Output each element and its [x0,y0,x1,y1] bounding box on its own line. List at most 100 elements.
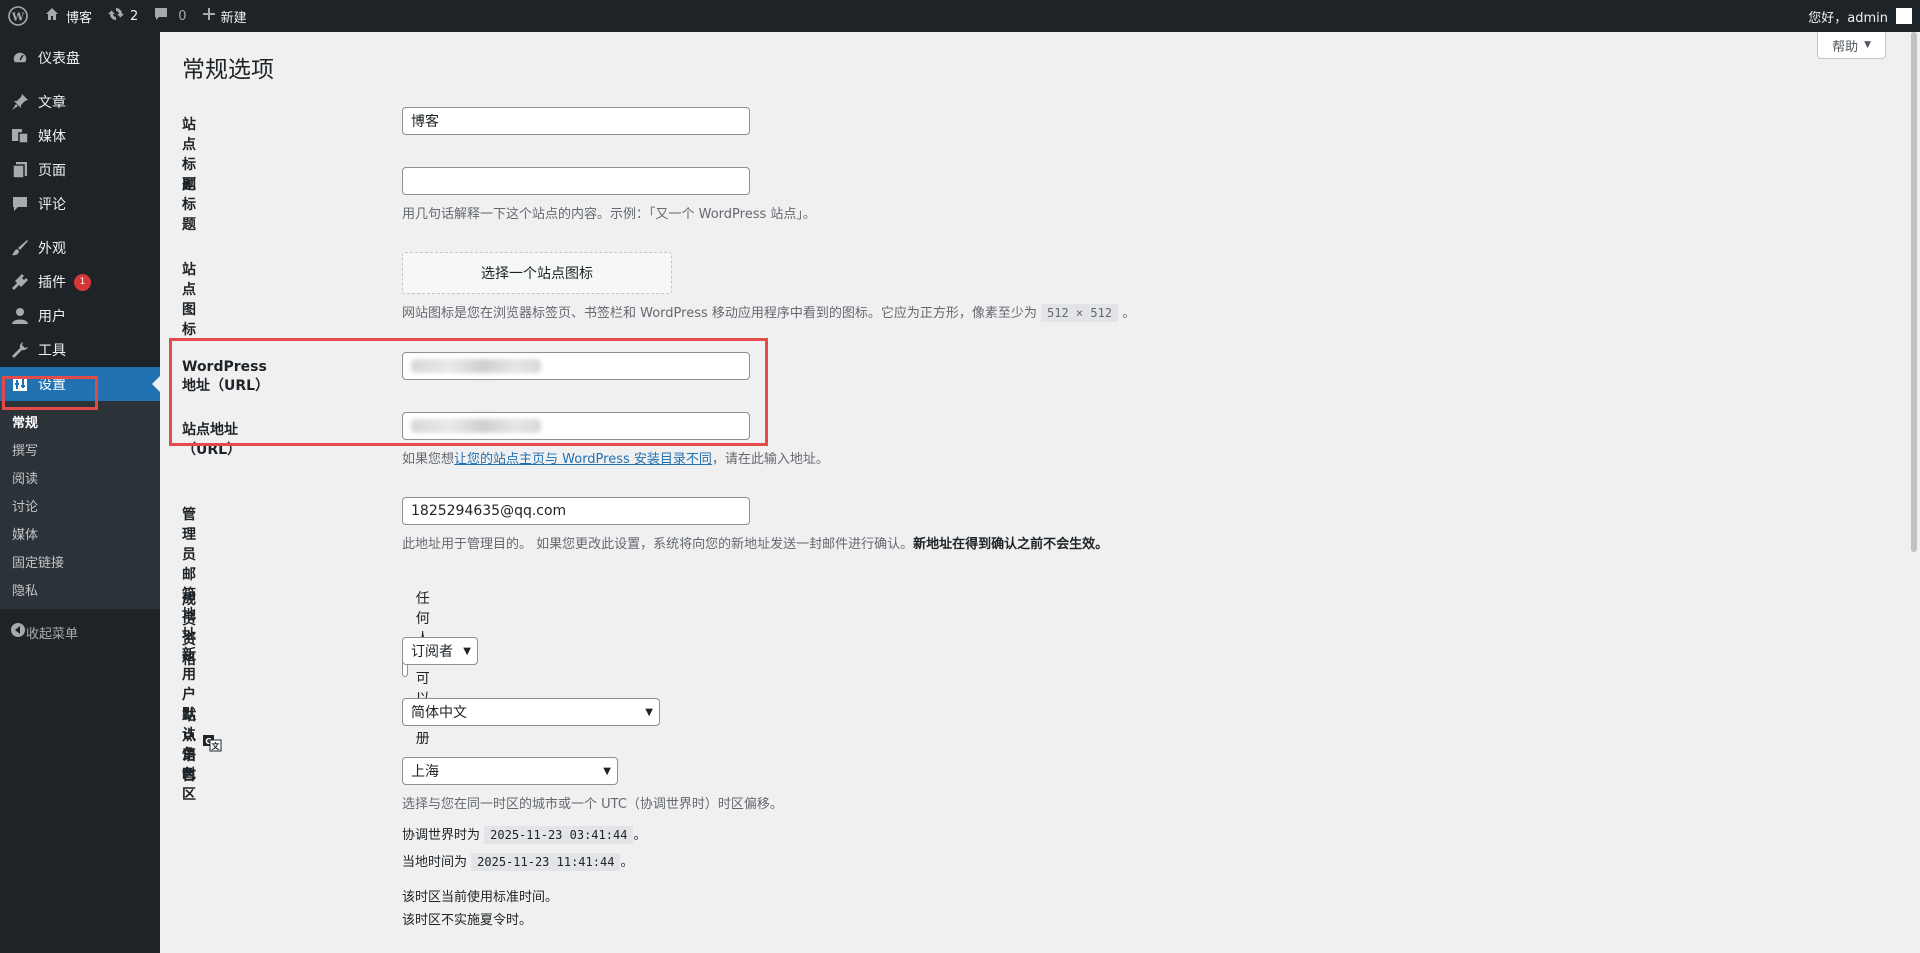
sidebar-item-comments[interactable]: 评论 [0,187,160,221]
plus-icon [202,8,215,24]
comments-link[interactable]: 0 [146,0,194,32]
pin-icon [10,92,30,112]
svg-text:文: 文 [212,741,221,751]
plugin-update-badge: 1 [74,273,91,291]
site-language-select[interactable]: 简体中文 ▼ [402,698,660,726]
sidebar-item-label: 插件 [38,275,66,291]
sidebar-item-label: 用户 [38,309,66,325]
local-time-row: 当地时间为 2025-11-23 11:41:44。 [402,851,783,871]
choose-site-icon-button[interactable]: 选择一个站点图标 [402,252,672,294]
wordpress-url-label: WordPress 地址（URL） [182,359,270,394]
sidebar-item-label: 工具 [38,343,66,359]
help-label: 帮助 [1832,39,1859,55]
media-icon [10,126,30,146]
sidebar-item-label: 文章 [38,95,66,111]
admin-email-input[interactable]: 1825294635@qq.com [402,497,750,525]
sidebar-item-posts[interactable]: 文章 [0,85,160,119]
tagline-input[interactable] [402,167,750,195]
user-icon [10,306,30,326]
plugin-icon [10,272,30,292]
collapse-menu-button[interactable]: 收起菜单 [0,615,160,649]
timezone-value: 上海 [411,764,439,780]
site-url-desc-before: 如果您想 [402,452,455,467]
updates-count: 2 [130,8,139,24]
sidebar-item-label: 设置 [38,377,66,393]
sidebar-item-label: 页面 [38,163,66,179]
collapse-label: 收起菜单 [26,626,79,642]
settings-icon [10,374,30,394]
scrollbar-thumb[interactable] [1911,32,1917,552]
site-url-desc-after: ，请在此输入地址。 [711,452,829,467]
sidebar-item-settings[interactable]: 设置 [0,367,160,401]
page-title: 常规选项 [182,57,274,83]
chevron-down-icon: ▼ [463,645,471,657]
timezone-label: 时区 [182,767,196,803]
default-role-select[interactable]: 订阅者 ▼ [402,637,478,665]
new-label: 新建 [220,10,247,26]
wordpress-logo-icon[interactable]: W [0,0,36,32]
tagline-description: 用几句话解释一下这个站点的内容。示例：「又一个 WordPress 站点」。 [402,207,816,222]
comment-icon [154,7,168,25]
local-time-value: 2025-11-23 11:41:44 [471,853,621,871]
sidebar-item-label: 评论 [38,197,66,213]
submenu-item-media[interactable]: 媒体 [0,519,160,547]
admin-bar: W 博客 2 0 新建 您好，admin [0,0,1920,32]
choose-site-icon-label: 选择一个站点图标 [481,266,593,282]
admin-email-desc-bold: 新地址在得到确认之前不会生效。 [913,537,1109,552]
local-time-period: 。 [620,855,634,870]
translation-icon: G文 [202,734,222,756]
site-icon-description: 网站图标是您在浏览器标签页、书签栏和 WordPress 移动应用程序中看到的图… [402,302,1136,322]
site-icon-desc-before: 网站图标是您在浏览器标签页、书签栏和 WordPress 移动应用程序中看到的图… [402,306,1042,321]
new-content-link[interactable]: 新建 [195,0,255,32]
admin-email-value: 1825294635@qq.com [411,503,567,519]
sidebar-item-tools[interactable]: 工具 [0,333,160,367]
utc-time-row: 协调世界时为 2025-11-23 03:41:44。 [402,824,783,844]
avatar [1896,8,1912,24]
my-account[interactable]: 您好，admin [1808,7,1920,26]
timezone-select[interactable]: 上海 ▼ [402,757,618,785]
sidebar-item-label: 外观 [38,241,66,257]
sidebar-item-plugins[interactable]: 插件 1 [0,265,160,299]
tagline-label: 副标题 [182,177,196,233]
utc-time-label: 协调世界时为 [402,828,481,843]
wordpress-url-input[interactable] [402,352,750,380]
updates-link[interactable]: 2 [100,0,146,32]
sidebar-item-media[interactable]: 媒体 [0,119,160,153]
site-icon-label: 站点图标 [182,262,196,338]
site-icon-desc-after: 。 [1118,306,1136,321]
svg-text:W: W [11,11,25,24]
submenu-item-reading[interactable]: 阅读 [0,463,160,491]
site-name-link[interactable]: 博客 [36,0,100,32]
site-title-input[interactable]: 博客 [402,107,750,135]
sidebar-item-dashboard[interactable]: 仪表盘 [0,41,160,75]
triangle-down-icon: ▼ [1864,40,1871,50]
sidebar-item-pages[interactable]: 页面 [0,153,160,187]
redacted-url [411,419,541,433]
local-time-label: 当地时间为 [402,855,468,870]
sidebar-item-appearance[interactable]: 外观 [0,231,160,265]
comments-count: 0 [178,8,187,24]
chevron-down-icon: ▼ [603,765,611,777]
sidebar-item-users[interactable]: 用户 [0,299,160,333]
help-button[interactable]: 帮助 ▼ [1817,32,1886,59]
submenu-item-discussion[interactable]: 讨论 [0,491,160,519]
submenu-item-privacy[interactable]: 隐私 [0,575,160,603]
site-url-help-link[interactable]: 让您的站点主页与 WordPress 安装目录不同 [454,452,712,467]
site-language-value: 简体中文 [411,705,467,721]
settings-submenu: 常规 撰写 阅读 讨论 媒体 固定链接 隐私 [0,401,160,609]
submenu-item-permalinks[interactable]: 固定链接 [0,547,160,575]
scrollbar[interactable] [1908,32,1920,953]
admin-sidebar: 仪表盘 文章 媒体 页面 评论 外观 插件 1 用户 工具 设置 常规 撰写 阅… [0,32,160,953]
submenu-item-general[interactable]: 常规 [0,407,160,435]
home-icon [44,6,60,26]
updates-icon [108,6,125,26]
brush-icon [10,238,30,258]
site-url-input[interactable] [402,412,750,440]
admin-email-description: 此地址用于管理目的。 如果您更改此设置，系统将向您的新地址发送一封邮件进行确认。… [402,533,1108,552]
redacted-url [411,359,541,373]
submenu-item-writing[interactable]: 撰写 [0,435,160,463]
site-title-value: 博客 [411,114,439,130]
comment-icon [10,194,30,214]
admin-email-desc: 此地址用于管理目的。 如果您更改此设置，系统将向您的新地址发送一封邮件进行确认。 [402,537,914,552]
main-content: 帮助 ▼ 常规选项 站点标题 博客 副标题 用几句话解释一下这个站点的内容。示例… [160,32,1920,953]
